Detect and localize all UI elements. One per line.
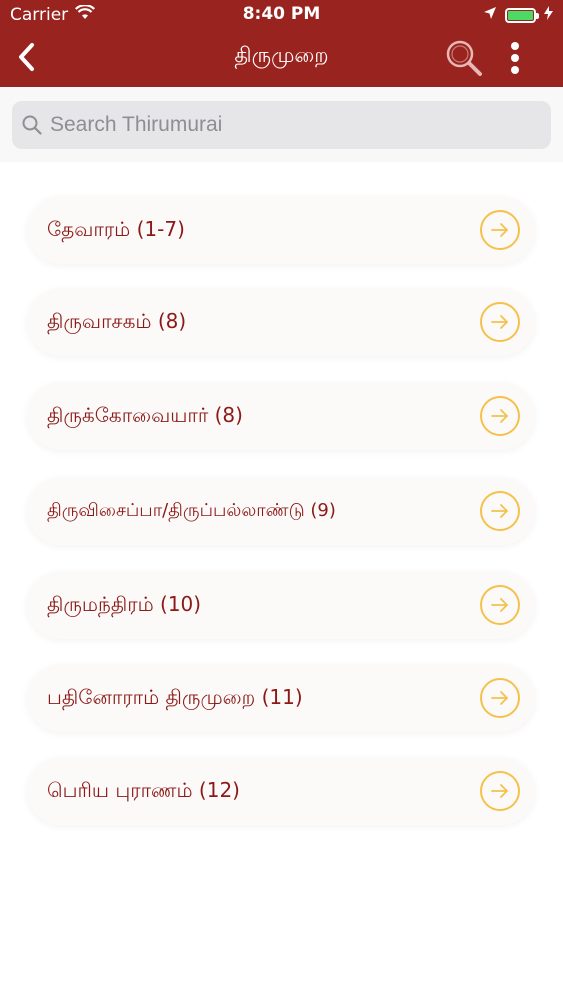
list-item-label: தேவாரம் (1-7)	[47, 216, 185, 241]
list-item-pathinoram-thirumurai[interactable]: பதினோராம் திருமுறை (11)	[27, 664, 535, 732]
search-icon	[446, 40, 482, 76]
list-item-periya-puranam[interactable]: பெரிய புராணம் (12)	[27, 757, 535, 825]
list-item-thiruvisaippa[interactable]: திருவிசைப்பா/திருப்பல்லாண்டு (9)	[27, 477, 535, 545]
wifi-icon	[75, 4, 96, 25]
location-icon	[483, 5, 497, 25]
status-bar: Carrier 8:40 PM	[0, 0, 563, 30]
arrow-right-circle-icon[interactable]	[480, 210, 520, 250]
search-area	[0, 87, 563, 162]
list-item-thevaram[interactable]: தேவாரம் (1-7)	[27, 196, 535, 264]
app-header: Carrier 8:40 PM திருமுறை	[0, 0, 563, 87]
nav-bar: திருமுறை	[0, 30, 563, 87]
status-right	[483, 5, 553, 25]
arrow-right-circle-icon[interactable]	[480, 491, 520, 531]
arrow-right-circle-icon[interactable]	[480, 771, 520, 811]
arrow-right-circle-icon[interactable]	[480, 585, 520, 625]
arrow-right-circle-icon[interactable]	[480, 396, 520, 436]
list-item-label: திருவிசைப்பா/திருப்பல்லாண்டு (9)	[47, 499, 336, 521]
list-item-label: திருமந்திரம் (10)	[47, 591, 202, 616]
list-item-thiruvasagam[interactable]: திருவாசகம் (8)	[27, 288, 535, 356]
search-button[interactable]	[443, 38, 485, 78]
list-item-label: பதினோராம் திருமுறை (11)	[47, 684, 303, 709]
battery-icon	[505, 7, 539, 23]
list-item-label: திருவாசகம் (8)	[47, 308, 187, 333]
list-item-thirukkovaiyar[interactable]: திருக்கோவையார் (8)	[27, 382, 535, 450]
arrow-right-circle-icon[interactable]	[480, 678, 520, 718]
list-item-thirumanthiram[interactable]: திருமந்திரம் (10)	[27, 571, 535, 639]
more-menu-button[interactable]	[500, 38, 530, 78]
carrier-label: Carrier	[10, 5, 69, 25]
list-item-label: பெரிய புராணம் (12)	[47, 777, 240, 802]
list-item-label: திருக்கோவையார் (8)	[47, 402, 243, 427]
arrow-right-circle-icon[interactable]	[480, 302, 520, 342]
search-field-icon	[22, 115, 42, 135]
status-left: Carrier	[10, 4, 96, 25]
search-bar[interactable]	[12, 101, 551, 149]
more-vertical-icon	[511, 42, 519, 74]
charging-icon	[544, 5, 553, 25]
search-input[interactable]	[50, 113, 530, 137]
